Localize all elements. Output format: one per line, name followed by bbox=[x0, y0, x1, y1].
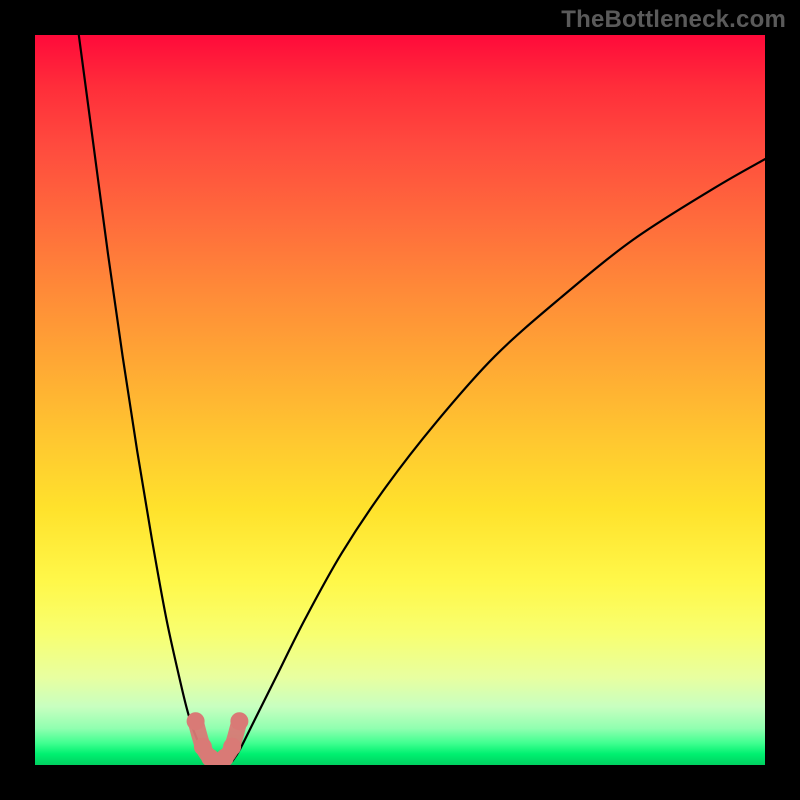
attribution-text: TheBottleneck.com bbox=[561, 6, 786, 34]
right-curve-path bbox=[232, 159, 765, 761]
chart-frame: TheBottleneck.com bbox=[0, 0, 800, 800]
curves-svg bbox=[35, 35, 765, 765]
plot-area bbox=[35, 35, 765, 765]
left-curve-path bbox=[79, 35, 210, 761]
valley-marker bbox=[187, 712, 249, 765]
